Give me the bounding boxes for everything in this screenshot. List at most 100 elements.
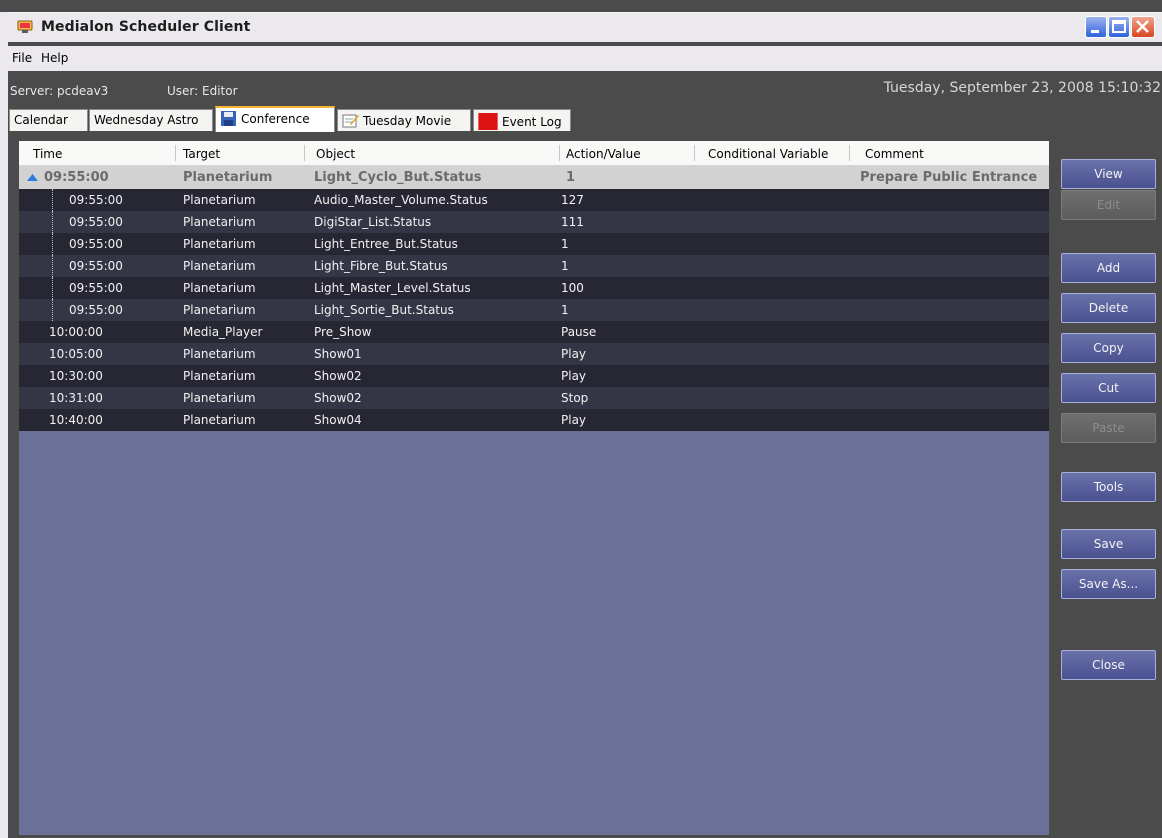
cell-target: Planetarium <box>183 413 256 427</box>
maximize-icon <box>1112 20 1126 33</box>
table-row[interactable]: 10:40:00 Planetarium Show04 Play <box>19 409 1049 431</box>
edit-note-icon <box>342 114 359 128</box>
minimize-button[interactable] <box>1085 16 1107 38</box>
title-bar[interactable]: Medialon Scheduler Client <box>8 12 1162 42</box>
table-row[interactable]: 10:30:00 Planetarium Show02 Play <box>19 365 1049 387</box>
edit-button[interactable]: Edit <box>1061 190 1156 220</box>
column-divider[interactable] <box>304 145 305 161</box>
table-row-child[interactable]: 09:55:00 Planetarium Light_Entree_But.St… <box>19 233 1049 255</box>
window-title: Medialon Scheduler Client <box>41 19 251 35</box>
table-row-child[interactable]: 09:55:00 Planetarium Audio_Master_Volume… <box>19 189 1049 211</box>
tab-label: Conference <box>241 112 310 126</box>
column-divider[interactable] <box>559 145 560 161</box>
cell-object: Show02 <box>314 369 362 383</box>
table-row[interactable]: 10:05:00 Planetarium Show01 Play <box>19 343 1049 365</box>
user-label: User: Editor <box>167 84 238 98</box>
table-row-parent[interactable]: 09:55:00 Planetarium Light_Cyclo_But.Sta… <box>19 166 1049 189</box>
cell-target: Planetarium <box>183 281 256 295</box>
paste-button[interactable]: Paste <box>1061 413 1156 443</box>
table-row[interactable]: 10:31:00 Planetarium Show02 Stop <box>19 387 1049 409</box>
tab-label: Tuesday Movie <box>363 114 452 128</box>
column-header-object[interactable]: Object <box>316 147 355 161</box>
column-divider[interactable] <box>849 145 850 161</box>
cell-action: 127 <box>561 193 584 207</box>
cell-time: 10:31:00 <box>49 391 103 405</box>
column-header-conditional[interactable]: Conditional Variable <box>708 147 828 161</box>
tab-label: Calendar <box>14 113 68 127</box>
tab-wednesday-astro[interactable]: Wednesday Astro <box>89 109 213 131</box>
cell-action: 1 <box>561 303 569 317</box>
table-row-child[interactable]: 09:55:00 Planetarium Light_Sortie_But.St… <box>19 299 1049 321</box>
cell-target: Planetarium <box>183 170 273 185</box>
cell-time: 10:05:00 <box>49 347 103 361</box>
minimize-icon <box>1091 30 1099 33</box>
cell-target: Media_Player <box>183 325 263 339</box>
cell-target: Planetarium <box>183 347 256 361</box>
table-row[interactable]: 10:00:00 Media_Player Pre_Show Pause <box>19 321 1049 343</box>
cell-object: Audio_Master_Volume.Status <box>314 193 488 207</box>
cell-object: DigiStar_List.Status <box>314 215 432 229</box>
cell-action: Play <box>561 369 587 383</box>
tab-label: Wednesday Astro <box>94 113 199 127</box>
cell-action: Pause <box>561 325 597 339</box>
cell-time: 09:55:00 <box>69 259 123 273</box>
menu-file[interactable]: File <box>12 51 32 65</box>
column-header-target[interactable]: Target <box>183 147 220 161</box>
cell-action: 1 <box>561 237 569 251</box>
app-icon <box>17 20 33 33</box>
cell-object: Light_Entree_But.Status <box>314 237 458 251</box>
tree-connector <box>52 189 54 211</box>
cell-object: Light_Master_Level.Status <box>314 281 471 295</box>
cell-action: Play <box>561 347 587 361</box>
cell-action: 1 <box>566 170 576 185</box>
column-divider[interactable] <box>694 145 695 161</box>
cell-time: 09:55:00 <box>44 170 109 185</box>
cell-time: 09:55:00 <box>69 237 123 251</box>
tab-tuesday-movie[interactable]: Tuesday Movie <box>337 109 471 131</box>
add-button[interactable]: Add <box>1061 253 1156 283</box>
cell-action: Play <box>561 413 587 427</box>
tab-event-log[interactable]: Event Log <box>473 109 571 131</box>
cell-object: Light_Sortie_But.Status <box>314 303 454 317</box>
cell-object: Light_Cyclo_But.Status <box>314 170 482 185</box>
close-button[interactable]: Close <box>1061 650 1156 680</box>
copy-button[interactable]: Copy <box>1061 333 1156 363</box>
tree-connector <box>52 299 54 321</box>
view-button[interactable]: View <box>1061 159 1156 189</box>
menu-help[interactable]: Help <box>41 51 68 65</box>
cell-target: Planetarium <box>183 193 256 207</box>
tree-connector <box>52 211 54 233</box>
save-as-button[interactable]: Save As... <box>1061 569 1156 599</box>
close-icon <box>1136 20 1149 33</box>
column-header-comment[interactable]: Comment <box>865 147 924 161</box>
collapse-arrow-icon[interactable] <box>27 173 38 182</box>
column-header-time[interactable]: Time <box>33 147 62 161</box>
cell-target: Planetarium <box>183 237 256 251</box>
cell-object: Light_Fibre_But.Status <box>314 259 448 273</box>
cell-time: 10:40:00 <box>49 413 103 427</box>
tab-calendar[interactable]: Calendar <box>9 109 88 131</box>
tab-conference[interactable]: Conference <box>215 106 335 132</box>
cut-button[interactable]: Cut <box>1061 373 1156 403</box>
maximize-button[interactable] <box>1108 16 1130 38</box>
column-header-action[interactable]: Action/Value <box>566 147 641 161</box>
red-square-icon <box>478 113 498 130</box>
tools-button[interactable]: Tools <box>1061 472 1156 502</box>
schedule-grid[interactable]: Time Target Object Action/Value Conditio… <box>19 141 1049 835</box>
column-divider[interactable] <box>175 145 176 161</box>
cell-action: 100 <box>561 281 584 295</box>
table-row-child[interactable]: 09:55:00 Planetarium Light_Master_Level.… <box>19 277 1049 299</box>
table-row-child[interactable]: 09:55:00 Planetarium Light_Fibre_But.Sta… <box>19 255 1049 277</box>
action-panel: View Edit Add Delete Copy Cut Paste Tool… <box>1049 141 1162 835</box>
cell-object: Show02 <box>314 391 362 405</box>
close-window-button[interactable] <box>1131 16 1155 38</box>
cell-comment: Prepare Public Entrance <box>860 170 1038 185</box>
server-label: Server: pcdeav3 <box>10 84 109 98</box>
tree-connector <box>52 233 54 255</box>
save-button[interactable]: Save <box>1061 529 1156 559</box>
table-row-child[interactable]: 09:55:00 Planetarium DigiStar_List.Statu… <box>19 211 1049 233</box>
tab-label: Event Log <box>502 115 562 129</box>
cell-time: 10:30:00 <box>49 369 103 383</box>
cell-time: 09:55:00 <box>69 193 123 207</box>
delete-button[interactable]: Delete <box>1061 293 1156 323</box>
